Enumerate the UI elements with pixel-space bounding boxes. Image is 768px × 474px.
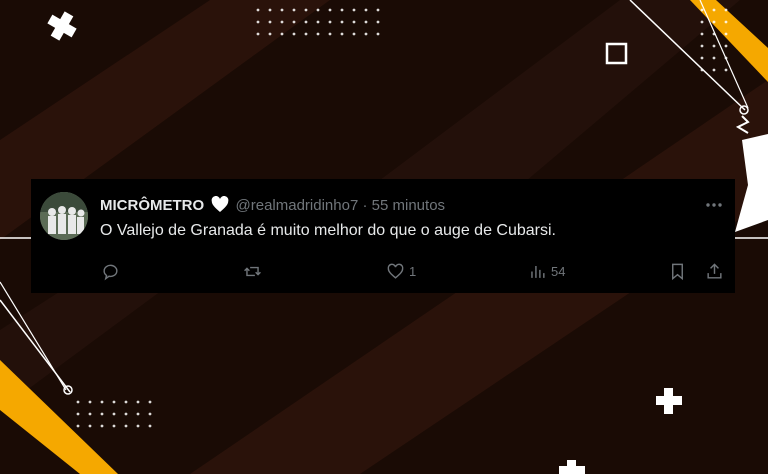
reply-button[interactable] bbox=[101, 262, 120, 281]
share-icon bbox=[707, 263, 722, 279]
bookmark-icon bbox=[672, 263, 683, 281]
bookmark-button[interactable] bbox=[668, 262, 687, 281]
like-button[interactable]: 1 bbox=[386, 262, 416, 281]
tweet-header: MICRÔMETRO @realmadridinho7 · 55 minutos bbox=[100, 195, 445, 217]
avatar[interactable] bbox=[40, 192, 88, 240]
user-handle[interactable]: @realmadridinho7 bbox=[236, 197, 359, 214]
avatar-image bbox=[40, 192, 88, 240]
view-count: 54 bbox=[551, 264, 566, 279]
views-button[interactable]: 54 bbox=[528, 262, 565, 281]
views-icon bbox=[531, 265, 545, 278]
share-button[interactable] bbox=[705, 262, 724, 281]
reply-icon bbox=[103, 264, 118, 281]
retweet-button[interactable] bbox=[243, 262, 262, 281]
separator-dot: · bbox=[362, 197, 368, 214]
like-icon bbox=[387, 263, 404, 279]
white-heart-icon bbox=[211, 195, 229, 217]
tweet-card[interactable]: MICRÔMETRO @realmadridinho7 · 55 minutos… bbox=[31, 179, 735, 293]
tweet-actions: 1 54 bbox=[31, 262, 735, 284]
more-dots-icon[interactable] bbox=[705, 195, 723, 213]
display-name[interactable]: MICRÔMETRO bbox=[100, 197, 204, 214]
retweet-icon bbox=[244, 266, 261, 277]
timestamp[interactable]: 55 minutos bbox=[372, 197, 445, 214]
like-count: 1 bbox=[409, 264, 417, 279]
tweet-text: O Vallejo de Granada é muito melhor do q… bbox=[100, 222, 556, 239]
